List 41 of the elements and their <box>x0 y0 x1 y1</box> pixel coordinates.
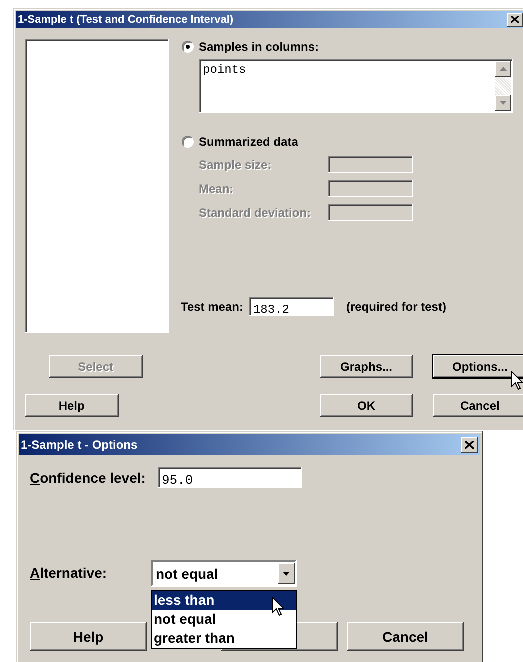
dialog-button[interactable]: Cancel <box>347 622 464 651</box>
field-label: Alternative: <box>30 565 108 583</box>
dropdown-option[interactable]: less than <box>152 591 296 610</box>
window-title: 1-Sample t - Options <box>21 438 138 452</box>
scrollbar[interactable] <box>495 61 511 111</box>
window-title: 1-Sample t (Test and Confidence Interval) <box>18 14 234 26</box>
scroll-up-icon[interactable] <box>495 61 511 77</box>
scroll-down-icon[interactable] <box>495 95 511 111</box>
dropdown-option[interactable]: not equal <box>152 610 296 629</box>
field-value: points <box>202 62 246 79</box>
field-value: 183.2 <box>253 303 290 317</box>
field-value: 95.0 <box>162 473 194 488</box>
test-mean-field[interactable]: 183.2 <box>249 297 334 316</box>
field-label: Confidence level: <box>30 470 146 486</box>
dialog-button[interactable]: OK <box>320 394 414 417</box>
radio-button[interactable] <box>182 41 194 53</box>
field-label: Standard deviation: <box>199 206 312 220</box>
dialog-button[interactable]: Help <box>30 622 147 651</box>
close-icon <box>465 440 474 448</box>
radio-label: Samples in columns: <box>199 40 320 54</box>
dialog-button[interactable]: Cancel <box>433 394 523 417</box>
field-label: Test mean: <box>181 300 244 314</box>
confidence-field[interactable]: 95.0 <box>158 467 302 488</box>
field-label: Sample size: <box>199 158 273 172</box>
dialog-button[interactable]: Help <box>25 394 119 417</box>
close-icon <box>511 16 519 23</box>
close-button[interactable] <box>507 12 523 26</box>
hint-text: (required for test) <box>346 300 446 314</box>
alternative-dropdown[interactable]: not equal <box>151 560 297 587</box>
dropdown-value: not equal <box>156 566 218 582</box>
variable-list[interactable] <box>25 39 169 333</box>
close-button[interactable] <box>461 436 478 452</box>
dialog-button[interactable]: Graphs... <box>320 355 414 378</box>
dropdown-option[interactable]: greater than <box>152 629 296 648</box>
columns-field[interactable]: points <box>199 59 513 113</box>
pointer-icon <box>272 597 284 616</box>
field-label: Mean: <box>199 182 235 196</box>
radio-button[interactable] <box>182 136 194 148</box>
dialog-button[interactable]: Options... <box>433 355 523 378</box>
pointer-icon <box>511 371 523 390</box>
radio-label: Summarized data <box>199 135 298 149</box>
